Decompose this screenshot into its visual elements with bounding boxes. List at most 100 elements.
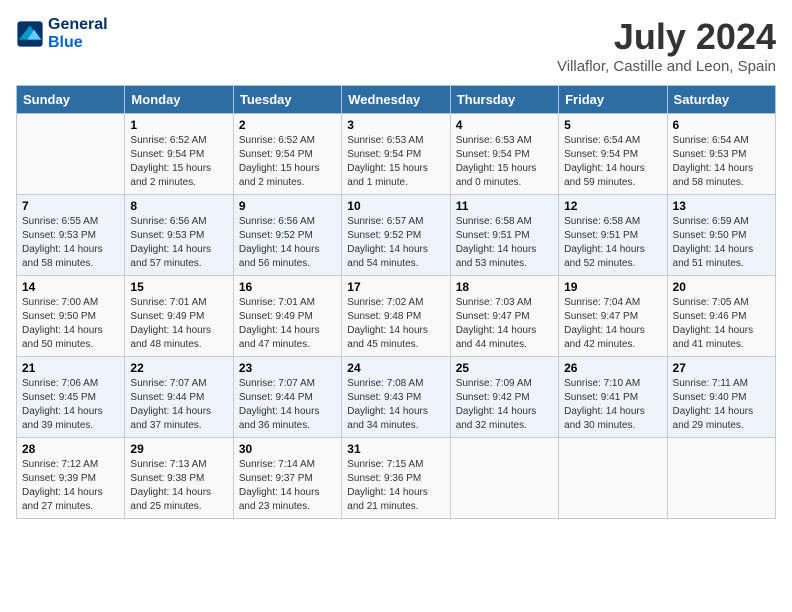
day-info: Sunrise: 6:53 AMSunset: 9:54 PMDaylight:… bbox=[456, 134, 553, 190]
day-number: 15 bbox=[130, 280, 227, 294]
day-number: 20 bbox=[673, 280, 770, 294]
day-info: Sunrise: 7:07 AMSunset: 9:44 PMDaylight:… bbox=[239, 377, 336, 433]
day-number: 17 bbox=[347, 280, 444, 294]
day-number: 22 bbox=[130, 361, 227, 375]
day-info: Sunrise: 7:10 AMSunset: 9:41 PMDaylight:… bbox=[564, 377, 661, 433]
calendar-cell bbox=[17, 114, 125, 195]
day-info: Sunrise: 6:58 AMSunset: 9:51 PMDaylight:… bbox=[456, 215, 553, 271]
day-info: Sunrise: 6:56 AMSunset: 9:53 PMDaylight:… bbox=[130, 215, 227, 271]
day-number: 27 bbox=[673, 361, 770, 375]
day-info: Sunrise: 6:54 AMSunset: 9:54 PMDaylight:… bbox=[564, 134, 661, 190]
logo-text-line1: General bbox=[48, 16, 108, 34]
day-info: Sunrise: 7:02 AMSunset: 9:48 PMDaylight:… bbox=[347, 296, 444, 352]
day-info: Sunrise: 7:11 AMSunset: 9:40 PMDaylight:… bbox=[673, 377, 770, 433]
day-info: Sunrise: 6:58 AMSunset: 9:51 PMDaylight:… bbox=[564, 215, 661, 271]
day-number: 14 bbox=[22, 280, 119, 294]
calendar-cell: 12 Sunrise: 6:58 AMSunset: 9:51 PMDayligh… bbox=[559, 195, 667, 276]
day-header-wednesday: Wednesday bbox=[342, 86, 450, 114]
day-number: 26 bbox=[564, 361, 661, 375]
calendar-cell: 4 Sunrise: 6:53 AMSunset: 9:54 PMDaylight… bbox=[450, 114, 558, 195]
calendar-week-row: 14 Sunrise: 7:00 AMSunset: 9:50 PMDayligh… bbox=[17, 276, 776, 357]
day-number: 12 bbox=[564, 199, 661, 213]
calendar-cell: 19Sunrise: 7:04 AMSunset: 9:47 PMDayligh… bbox=[559, 276, 667, 357]
day-info: Sunrise: 6:53 AMSunset: 9:54 PMDaylight:… bbox=[347, 134, 444, 190]
calendar-cell bbox=[667, 438, 775, 519]
day-info: Sunrise: 7:01 AMSunset: 9:49 PMDaylight:… bbox=[239, 296, 336, 352]
calendar-cell: 18Sunrise: 7:03 AMSunset: 9:47 PMDayligh… bbox=[450, 276, 558, 357]
day-info: Sunrise: 7:08 AMSunset: 9:43 PMDaylight:… bbox=[347, 377, 444, 433]
day-number: 30 bbox=[239, 442, 336, 456]
calendar-table: SundayMondayTuesdayWednesdayThursdayFrid… bbox=[16, 85, 776, 519]
calendar-cell: 6 Sunrise: 6:54 AMSunset: 9:53 PMDaylight… bbox=[667, 114, 775, 195]
day-number: 3 bbox=[347, 118, 444, 132]
calendar-week-row: 1 Sunrise: 6:52 AMSunset: 9:54 PMDaylight… bbox=[17, 114, 776, 195]
calendar-week-row: 7Sunrise: 6:55 AMSunset: 9:53 PMDaylight… bbox=[17, 195, 776, 276]
day-number: 2 bbox=[239, 118, 336, 132]
calendar-cell: 11Sunrise: 6:58 AMSunset: 9:51 PMDayligh… bbox=[450, 195, 558, 276]
day-info: Sunrise: 6:52 AMSunset: 9:54 PMDaylight:… bbox=[239, 134, 336, 190]
day-info: Sunrise: 6:55 AMSunset: 9:53 PMDaylight:… bbox=[22, 215, 119, 271]
calendar-cell: 1 Sunrise: 6:52 AMSunset: 9:54 PMDaylight… bbox=[125, 114, 233, 195]
calendar-cell: 31 Sunrise: 7:15 AMSunset: 9:36 PMDayligh… bbox=[342, 438, 450, 519]
day-info: Sunrise: 6:52 AMSunset: 9:54 PMDaylight:… bbox=[130, 134, 227, 190]
day-info: Sunrise: 6:54 AMSunset: 9:53 PMDaylight:… bbox=[673, 134, 770, 190]
day-number: 25 bbox=[456, 361, 553, 375]
day-number: 31 bbox=[347, 442, 444, 456]
calendar-cell: 7Sunrise: 6:55 AMSunset: 9:53 PMDaylight… bbox=[17, 195, 125, 276]
location-title: Villaflor, Castille and Leon, Spain bbox=[557, 58, 776, 75]
day-number: 18 bbox=[456, 280, 553, 294]
calendar-cell: 13 Sunrise: 6:59 AMSunset: 9:50 PMDayligh… bbox=[667, 195, 775, 276]
day-header-friday: Friday bbox=[559, 86, 667, 114]
calendar-cell: 9 Sunrise: 6:56 AMSunset: 9:52 PMDaylight… bbox=[233, 195, 341, 276]
calendar-cell: 21Sunrise: 7:06 AMSunset: 9:45 PMDayligh… bbox=[17, 357, 125, 438]
calendar-cell: 14 Sunrise: 7:00 AMSunset: 9:50 PMDayligh… bbox=[17, 276, 125, 357]
day-info: Sunrise: 6:56 AMSunset: 9:52 PMDaylight:… bbox=[239, 215, 336, 271]
day-number: 6 bbox=[673, 118, 770, 132]
calendar-body: 1 Sunrise: 6:52 AMSunset: 9:54 PMDaylight… bbox=[17, 114, 776, 519]
calendar-cell: 17 Sunrise: 7:02 AMSunset: 9:48 PMDayligh… bbox=[342, 276, 450, 357]
day-info: Sunrise: 7:07 AMSunset: 9:44 PMDaylight:… bbox=[130, 377, 227, 433]
day-info: Sunrise: 7:13 AMSunset: 9:38 PMDaylight:… bbox=[130, 458, 227, 514]
day-number: 9 bbox=[239, 199, 336, 213]
logo-text-line2: Blue bbox=[48, 34, 108, 52]
calendar-week-row: 28 Sunrise: 7:12 AMSunset: 9:39 PMDayligh… bbox=[17, 438, 776, 519]
day-info: Sunrise: 6:57 AMSunset: 9:52 PMDaylight:… bbox=[347, 215, 444, 271]
day-number: 21 bbox=[22, 361, 119, 375]
day-number: 28 bbox=[22, 442, 119, 456]
day-number: 29 bbox=[130, 442, 227, 456]
day-info: Sunrise: 7:14 AMSunset: 9:37 PMDaylight:… bbox=[239, 458, 336, 514]
calendar-cell: 8 Sunrise: 6:56 AMSunset: 9:53 PMDaylight… bbox=[125, 195, 233, 276]
title-block: July 2024 Villaflor, Castille and Leon, … bbox=[557, 16, 776, 75]
day-number: 4 bbox=[456, 118, 553, 132]
day-header-thursday: Thursday bbox=[450, 86, 558, 114]
day-info: Sunrise: 7:15 AMSunset: 9:36 PMDaylight:… bbox=[347, 458, 444, 514]
logo: General Blue bbox=[16, 16, 108, 51]
calendar-cell: 25 Sunrise: 7:09 AMSunset: 9:42 PMDayligh… bbox=[450, 357, 558, 438]
day-info: Sunrise: 7:00 AMSunset: 9:50 PMDaylight:… bbox=[22, 296, 119, 352]
calendar-cell: 29 Sunrise: 7:13 AMSunset: 9:38 PMDayligh… bbox=[125, 438, 233, 519]
calendar-cell bbox=[450, 438, 558, 519]
calendar-cell: 5Sunrise: 6:54 AMSunset: 9:54 PMDaylight… bbox=[559, 114, 667, 195]
day-number: 24 bbox=[347, 361, 444, 375]
day-number: 19 bbox=[564, 280, 661, 294]
day-number: 13 bbox=[673, 199, 770, 213]
calendar-cell: 2 Sunrise: 6:52 AMSunset: 9:54 PMDaylight… bbox=[233, 114, 341, 195]
day-header-saturday: Saturday bbox=[667, 86, 775, 114]
day-info: Sunrise: 7:09 AMSunset: 9:42 PMDaylight:… bbox=[456, 377, 553, 433]
calendar-cell: 26 Sunrise: 7:10 AMSunset: 9:41 PMDayligh… bbox=[559, 357, 667, 438]
day-number: 23 bbox=[239, 361, 336, 375]
calendar-header-row: SundayMondayTuesdayWednesdayThursdayFrid… bbox=[17, 86, 776, 114]
day-info: Sunrise: 6:59 AMSunset: 9:50 PMDaylight:… bbox=[673, 215, 770, 271]
day-number: 1 bbox=[130, 118, 227, 132]
calendar-cell: 22 Sunrise: 7:07 AMSunset: 9:44 PMDayligh… bbox=[125, 357, 233, 438]
logo-icon bbox=[16, 20, 44, 48]
month-title: July 2024 bbox=[557, 16, 776, 58]
calendar-cell: 20Sunrise: 7:05 AMSunset: 9:46 PMDayligh… bbox=[667, 276, 775, 357]
day-header-sunday: Sunday bbox=[17, 86, 125, 114]
day-number: 8 bbox=[130, 199, 227, 213]
calendar-cell: 27 Sunrise: 7:11 AMSunset: 9:40 PMDayligh… bbox=[667, 357, 775, 438]
day-info: Sunrise: 7:12 AMSunset: 9:39 PMDaylight:… bbox=[22, 458, 119, 514]
calendar-cell: 23 Sunrise: 7:07 AMSunset: 9:44 PMDayligh… bbox=[233, 357, 341, 438]
calendar-cell: 28 Sunrise: 7:12 AMSunset: 9:39 PMDayligh… bbox=[17, 438, 125, 519]
day-header-tuesday: Tuesday bbox=[233, 86, 341, 114]
